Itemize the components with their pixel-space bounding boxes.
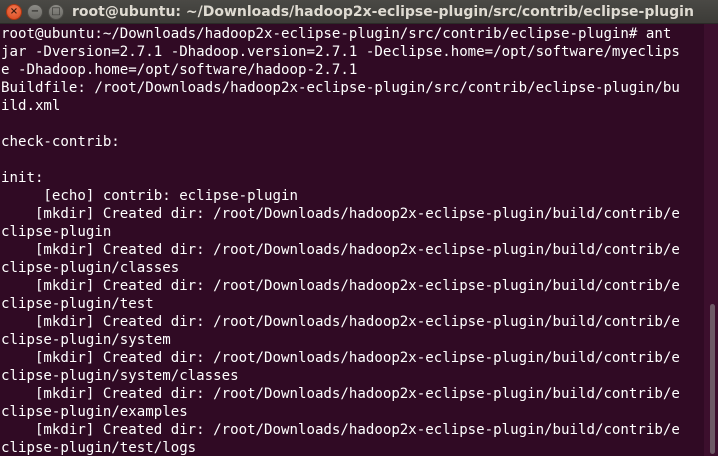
terminal-line: [mkdir] Created dir: /root/Downloads/had… bbox=[1, 314, 680, 330]
terminal-line: [mkdir] Created dir: /root/Downloads/had… bbox=[1, 386, 680, 402]
terminal-line: clipse-plugin/system bbox=[1, 332, 171, 348]
terminal-line: clipse-plugin/test/logs bbox=[1, 440, 197, 456]
terminal-line: [echo] contrib: eclipse-plugin bbox=[1, 188, 298, 204]
terminal-output[interactable]: root@ubuntu:~/Downloads/hadoop2x-eclipse… bbox=[0, 24, 704, 456]
terminal-window: × − □ root@ubuntu: ~/Downloads/hadoop2x-… bbox=[0, 0, 718, 456]
terminal-line: [mkdir] Created dir: /root/Downloads/had… bbox=[1, 206, 680, 222]
terminal-scrollbar[interactable] bbox=[704, 24, 718, 456]
window-titlebar[interactable]: × − □ root@ubuntu: ~/Downloads/hadoop2x-… bbox=[0, 0, 718, 24]
scrollbar-thumb[interactable] bbox=[710, 304, 715, 454]
terminal-line: root@ubuntu:~/Downloads/hadoop2x-eclipse… bbox=[1, 26, 672, 42]
terminal-line: clipse-plugin bbox=[1, 224, 112, 240]
maximize-icon[interactable]: □ bbox=[48, 4, 64, 20]
terminal-line: ild.xml bbox=[1, 98, 61, 114]
terminal-line: clipse-plugin/test bbox=[1, 296, 154, 312]
terminal-line: e -Dhadoop.home=/opt/software/hadoop-2.7… bbox=[1, 62, 358, 78]
terminal-line: clipse-plugin/examples bbox=[1, 404, 188, 420]
terminal-line: jar -Dversion=2.7.1 -Dhadoop.version=2.7… bbox=[1, 44, 680, 60]
terminal-line: Buildfile: /root/Downloads/hadoop2x-ecli… bbox=[1, 80, 680, 96]
minimize-icon[interactable]: − bbox=[27, 4, 43, 20]
terminal-line: [mkdir] Created dir: /root/Downloads/had… bbox=[1, 422, 680, 438]
terminal-line: [mkdir] Created dir: /root/Downloads/had… bbox=[1, 242, 680, 258]
terminal-line: [mkdir] Created dir: /root/Downloads/had… bbox=[1, 350, 680, 366]
terminal-line: init: bbox=[1, 170, 44, 186]
terminal-line: clipse-plugin/system/classes bbox=[1, 368, 239, 384]
terminal-line: clipse-plugin/classes bbox=[1, 260, 180, 276]
terminal-line: check-contrib: bbox=[1, 134, 120, 150]
terminal-line: [mkdir] Created dir: /root/Downloads/had… bbox=[1, 278, 680, 294]
close-icon[interactable]: × bbox=[6, 4, 22, 20]
window-title: root@ubuntu: ~/Downloads/hadoop2x-eclips… bbox=[72, 4, 694, 20]
